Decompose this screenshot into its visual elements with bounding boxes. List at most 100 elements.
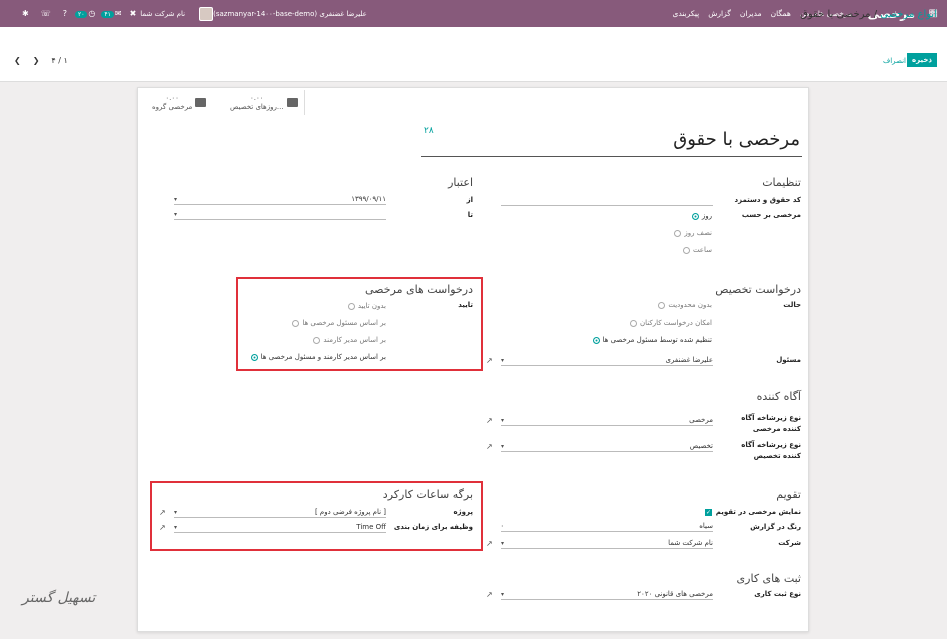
breadcrumb-separator: / xyxy=(873,9,878,20)
task-field[interactable]: Time Off ▾ xyxy=(174,522,386,533)
radio-day[interactable]: روز xyxy=(691,212,712,220)
company-field[interactable]: نام شرکت شما ▾ xyxy=(501,538,713,549)
project-field[interactable]: [ نام پروژه فرضی دوم ] ▾ xyxy=(174,507,386,518)
payroll-code-label: کد حقوق و دستمزد xyxy=(734,196,801,204)
menu-managers[interactable]: مدیران xyxy=(740,9,762,18)
pager-next-icon[interactable]: ❯ xyxy=(33,56,40,65)
show-on-calendar-checkbox[interactable]: ✓ xyxy=(705,509,712,516)
title-underline xyxy=(421,156,802,157)
report-color-field[interactable]: سیاه · xyxy=(501,521,713,532)
systray: علیرضا غضنفری (sazmanyar-14۰۰-base-demo)… xyxy=(10,0,367,27)
sequence-field[interactable]: ۲۸ xyxy=(424,126,434,136)
date-from-field[interactable]: ۱۳۹۹/۰۹/۱۱ ▾ xyxy=(174,194,386,205)
company-label: شرکت xyxy=(778,539,801,547)
radio-by-employee-manager[interactable]: بر اساس مدیر کارمند xyxy=(313,336,386,344)
company-switcher[interactable]: نام شرکت شما xyxy=(140,10,185,18)
date-to-field[interactable]: ▾ xyxy=(174,209,386,220)
breadcrumb-parent[interactable]: انواع مرخصی xyxy=(880,9,937,20)
breadcrumb: انواع مرخصی / مرخصی با حقوق xyxy=(800,9,937,20)
leave-subtype-field[interactable]: مرخصی ▾ xyxy=(501,415,713,426)
timesheet-heading: برگه ساعات کارکرد xyxy=(382,488,473,501)
external-link-icon[interactable]: ↗ xyxy=(486,416,493,425)
menu-configuration[interactable]: پیکربندی xyxy=(672,9,699,18)
pager-value[interactable]: ۴ / ۱ xyxy=(51,56,67,65)
save-button[interactable]: ذخیره xyxy=(907,53,937,67)
chevron-down-icon: ▾ xyxy=(174,195,178,203)
menu-reporting[interactable]: گزارش xyxy=(708,9,731,18)
external-link-icon[interactable]: ↗ xyxy=(486,539,493,548)
external-link-icon[interactable]: ↗ xyxy=(486,356,493,365)
task-label: وظیفه برای زمان بندی xyxy=(393,523,473,531)
project-label: پروژه xyxy=(453,508,474,516)
radio-employee-request[interactable]: امکان درخواست کارکنان xyxy=(630,319,712,327)
work-entry-type-label: نوع ثبت کاری xyxy=(754,590,801,598)
chevron-down-icon: ▾ xyxy=(501,442,505,450)
work-entry-heading: ثبت های کاری xyxy=(736,572,801,585)
debug-icon[interactable]: ✱ xyxy=(22,9,29,18)
pager-prev-icon[interactable]: ❮ xyxy=(14,56,21,65)
archive-icon xyxy=(286,98,298,107)
page-title[interactable]: مرخصی با حقوق xyxy=(673,129,800,150)
radio-half-day[interactable]: نصف روز xyxy=(674,229,712,237)
leave-requests-heading: درخواست های مرخصی xyxy=(365,283,473,296)
stat-allocated-days-button[interactable]: ۰.۰۰ روزهای تخصیص... xyxy=(224,90,305,115)
chevron-down-icon: ▾ xyxy=(174,508,178,516)
discard-button[interactable]: انصراف xyxy=(883,57,906,65)
allocation-subtype-field[interactable]: تخصیص ▾ xyxy=(501,441,713,452)
chevron-down-icon: ▾ xyxy=(501,416,505,424)
watermark-logo: تسهیل گستر xyxy=(22,590,96,606)
phone-icon[interactable]: ☏ xyxy=(41,9,51,18)
messages-badge: ۴۱ xyxy=(101,11,114,18)
external-link-icon[interactable]: ↗ xyxy=(159,508,166,517)
show-on-calendar-label: نمایش مرخصی در تقویم xyxy=(715,508,801,516)
pager: ❮ ❯ ۴ / ۱ xyxy=(14,56,68,65)
control-panel xyxy=(0,27,947,82)
avatar[interactable] xyxy=(199,6,214,21)
radio-by-manager-and-officer[interactable]: بر اساس مدیر کارمند و مسئول مرخصی ها xyxy=(250,353,386,361)
payroll-code-field[interactable] xyxy=(501,195,713,206)
stat-label: مرخصی گروه xyxy=(152,102,193,111)
responsible-label: مسئول xyxy=(776,356,801,364)
validity-heading: اعتبار xyxy=(448,176,473,189)
notification-heading: آگاه کننده xyxy=(756,390,801,403)
messages-icon[interactable]: ✉۴۱ xyxy=(101,9,122,18)
date-from-label: از xyxy=(466,196,473,204)
archive-icon xyxy=(195,98,207,107)
chevron-down-icon: ▾ xyxy=(501,356,505,364)
radio-set-by-manager[interactable]: تنظیم شده توسط مسئول مرخصی ها xyxy=(592,336,712,344)
chevron-down-icon: ▾ xyxy=(501,590,505,598)
radio-no-validation[interactable]: بدون تایید xyxy=(347,302,386,310)
breadcrumb-current: مرخصی با حقوق xyxy=(800,9,871,20)
radio-by-leave-officer[interactable]: بر اساس مسئول مرخصی ها xyxy=(292,319,386,327)
chevron-down-icon: ▾ xyxy=(501,539,505,547)
request-unit-label: مرخصی بر حسب xyxy=(741,211,801,219)
responsible-field[interactable]: علیرضا غضنفری ▾ xyxy=(501,355,713,366)
stat-value: ۰.۰۰ xyxy=(165,93,179,102)
date-to-label: تا xyxy=(467,211,473,219)
company-icon[interactable]: ✖ xyxy=(130,9,137,18)
settings-heading: تنظیمات xyxy=(762,176,801,189)
allocation-subtype-label: نوع زیرشاخه آگاه کننده تخصیص xyxy=(741,441,801,460)
radio-hour[interactable]: ساعت xyxy=(682,246,712,254)
chevron-down-icon: ▾ xyxy=(174,210,178,218)
menu-everyone[interactable]: همگان xyxy=(771,9,791,18)
stat-group-leaves-button[interactable]: ۰.۰۰ مرخصی گروه xyxy=(146,90,212,115)
calendar-heading: تقویم xyxy=(776,488,801,501)
external-link-icon[interactable]: ↗ xyxy=(486,590,493,599)
user-name[interactable]: علیرضا غضنفری (sazmanyar-14۰۰-base-demo) xyxy=(213,10,367,18)
chevron-down-icon: ▾ xyxy=(174,523,178,531)
approval-label: تایید xyxy=(458,301,473,309)
external-link-icon[interactable]: ↗ xyxy=(159,523,166,532)
activities-icon[interactable]: ◷۲۰ xyxy=(74,9,95,18)
external-link-icon[interactable]: ↗ xyxy=(486,442,493,451)
stat-label: روزهای تخصیص... xyxy=(230,102,284,111)
allocation-mode-label: حالت xyxy=(783,301,801,309)
leave-subtype-label: نوع زیرشاخه آگاه کننده مرخصی xyxy=(741,414,801,433)
stat-value: ۰.۰۰ xyxy=(250,93,264,102)
radio-no-limit[interactable]: بدون محدودیت xyxy=(658,301,712,309)
report-color-label: رنگ در گزارش xyxy=(750,523,801,531)
allocation-heading: درخواست تخصیص xyxy=(715,283,801,296)
activities-badge: ۲۰ xyxy=(74,11,88,18)
work-entry-type-field[interactable]: مرخصی های قانونی ۲۰۲۰ ▾ xyxy=(501,589,713,600)
help-icon[interactable]: ? xyxy=(63,9,67,18)
